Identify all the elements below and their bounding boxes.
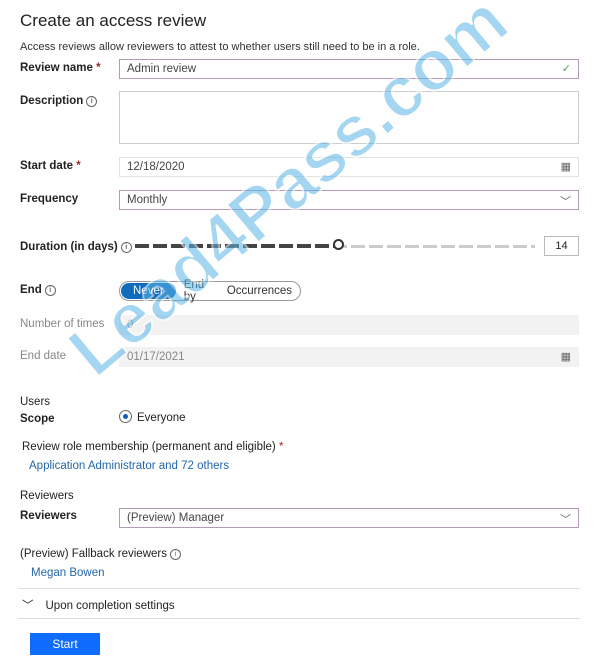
info-icon[interactable]: i bbox=[44, 285, 56, 296]
scope-everyone-label: Everyone bbox=[137, 412, 186, 424]
divider bbox=[18, 618, 580, 619]
calendar-icon[interactable]: ▦ bbox=[561, 160, 571, 173]
scope-label: Scope bbox=[20, 413, 55, 425]
end-toggle: Never End by Occurrences bbox=[119, 279, 301, 303]
review-name-label: Review name * bbox=[20, 62, 101, 74]
info-icon[interactable]: i bbox=[120, 242, 132, 253]
reviewers-dropdown[interactable]: (Preview) Manager ﹀ bbox=[119, 508, 579, 528]
scope-everyone-radio[interactable] bbox=[119, 410, 132, 423]
calendar-icon[interactable]: ▦ bbox=[561, 350, 571, 363]
page-title: Create an access review bbox=[20, 11, 207, 30]
reviewers-heading: Reviewers bbox=[20, 490, 74, 502]
info-icon[interactable]: i bbox=[86, 96, 98, 107]
number-of-times-input[interactable]: 0 bbox=[119, 315, 579, 335]
duration-slider-thumb[interactable] bbox=[333, 239, 344, 250]
start-button[interactable]: Start bbox=[30, 633, 100, 655]
users-heading: Users bbox=[20, 396, 51, 408]
chevron-down-icon: ﹀ bbox=[560, 514, 571, 526]
chevron-down-icon: ﹀ bbox=[560, 196, 571, 208]
duration-slider-fill bbox=[135, 244, 340, 248]
description-label: Description i bbox=[20, 95, 98, 107]
check-icon: ✓ bbox=[561, 63, 571, 75]
role-membership-link[interactable]: Application Administrator and 72 others bbox=[29, 460, 229, 472]
duration-input[interactable]: 14 bbox=[544, 236, 579, 256]
frequency-dropdown[interactable]: Monthly ﹀ bbox=[119, 190, 579, 210]
fallback-reviewers-label: (Preview) Fallback reviewers i bbox=[20, 548, 181, 560]
chevron-down-icon: ﹀ bbox=[22, 600, 34, 612]
frequency-label: Frequency bbox=[20, 193, 79, 205]
info-icon[interactable]: i bbox=[169, 549, 181, 560]
role-membership-label: Review role membership (permanent and el… bbox=[22, 441, 284, 453]
end-label: End i bbox=[20, 284, 56, 296]
number-of-times-label: Number of times bbox=[20, 318, 105, 330]
end-option-never[interactable]: Never bbox=[121, 283, 176, 299]
start-date-input[interactable]: 12/18/2020 ▦ bbox=[119, 157, 579, 177]
fallback-reviewer-link[interactable]: Megan Bowen bbox=[31, 567, 105, 579]
divider bbox=[18, 588, 580, 589]
review-name-input[interactable]: Admin review ✓ bbox=[119, 59, 579, 79]
end-date-label: End date bbox=[20, 350, 67, 362]
start-date-label: Start date * bbox=[20, 160, 81, 172]
end-date-input[interactable]: 01/17/2021 ▦ bbox=[119, 347, 579, 367]
completion-settings-toggle[interactable]: ﹀ Upon completion settings bbox=[22, 597, 175, 613]
end-option-end-by[interactable]: End by bbox=[176, 279, 219, 303]
duration-label: Duration (in days) i bbox=[20, 241, 132, 253]
reviewers-label: Reviewers bbox=[20, 510, 77, 522]
description-input[interactable] bbox=[119, 91, 579, 144]
page-description: Access reviews allow reviewers to attest… bbox=[20, 41, 420, 53]
end-option-occurrences[interactable]: Occurrences bbox=[219, 285, 300, 297]
